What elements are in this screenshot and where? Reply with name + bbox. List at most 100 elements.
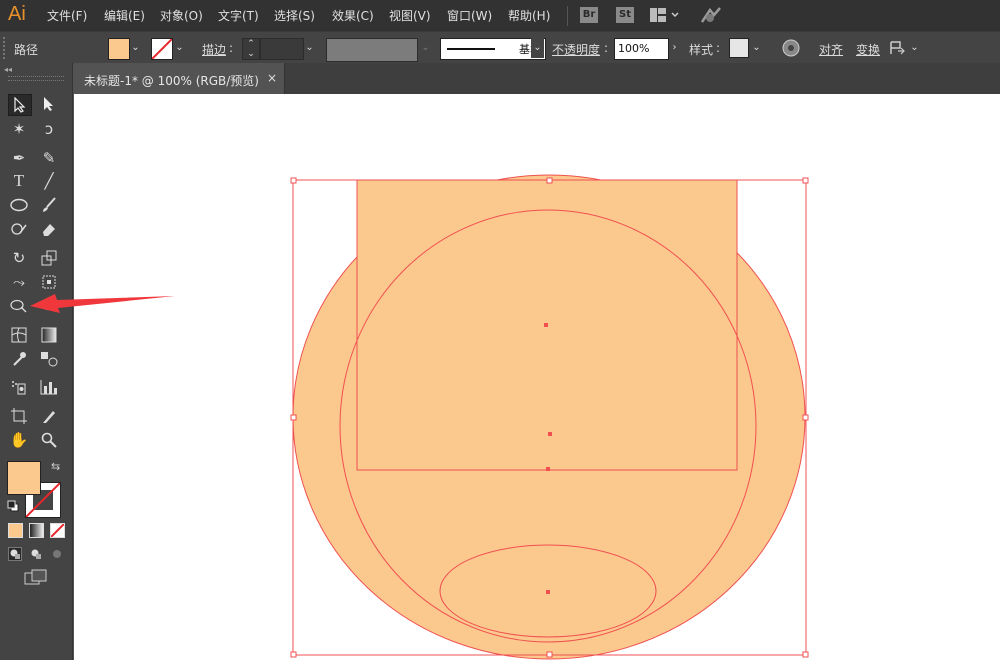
paintbrush-tool-icon[interactable] [38,195,60,215]
transform-label[interactable]: 变换 [856,41,880,58]
stock-button[interactable]: St [616,7,634,23]
mesh-tool-icon[interactable] [8,325,30,345]
handle-middle-left [290,414,297,421]
style-colon: : [716,41,721,55]
bridge-button[interactable]: Br [580,7,598,23]
opacity-colon: : [604,41,609,55]
brush-stroke-preview [447,48,495,50]
scale-tool-icon[interactable] [38,248,60,268]
menu-help[interactable]: 帮助(H) [508,7,550,24]
opacity-field[interactable]: 100% [614,38,669,60]
menu-object[interactable]: 对象(O) [160,7,203,24]
stroke-colon: : [229,41,234,55]
shaper-tool-icon[interactable] [8,219,30,239]
style-label: 样式 [689,43,714,57]
zoom-tool-icon[interactable] [38,430,60,450]
magic-wand-tool-icon[interactable]: ✶ [8,119,30,139]
gradient-mode-icon[interactable] [29,523,44,538]
rotate-tool-icon[interactable]: ↻ [8,248,30,268]
menu-window[interactable]: 窗口(W) [447,7,492,24]
warp-tool-icon[interactable]: ⤳ [8,272,30,292]
gradient-tool-icon[interactable] [38,325,60,345]
fill-color-box[interactable] [7,461,41,495]
stroke-weight-field[interactable] [260,38,304,60]
draw-behind-icon[interactable] [29,547,43,564]
menu-select[interactable]: 选择(S) [274,7,315,24]
type-tool-icon[interactable]: T [8,171,30,191]
control-bar: 路径 ⌄ ⌄ 描边 : ⌃ ⌄ ⌄ ⌄ 基本 ⌄ 不透明度 : 100% › 样式… [0,31,1000,64]
none-mode-icon[interactable] [50,523,65,538]
column-graph-tool-icon[interactable] [38,377,60,397]
gpu-performance-icon[interactable] [700,6,722,29]
stroke-label[interactable]: 描边 [202,41,226,58]
free-transform-tool-icon[interactable] [38,272,60,292]
selection-tool-icon[interactable] [8,94,32,116]
direct-selection-tool-icon[interactable] [38,94,60,114]
handle-top-right [802,177,809,184]
align-label[interactable]: 对齐 [819,41,843,58]
lasso-tool-icon[interactable]: ↄ [38,119,60,139]
graphic-style-dropdown[interactable]: ⌄ [750,38,763,58]
fill-dropdown[interactable]: ⌄ [129,38,142,58]
perspective-grid-tool-icon[interactable]: ⧈ [38,296,60,316]
opacity-arrow[interactable]: › [668,38,681,58]
document-tab[interactable]: 未标题-1* @ 100% (RGB/预览) × [74,63,285,94]
document-tab-title: 未标题-1* @ 100% (RGB/预览) [84,74,259,88]
app-logo: Ai [8,3,26,25]
arrange-documents-icon[interactable] [650,8,680,27]
line-tool-icon[interactable]: ╱ [38,171,60,191]
arrange-dropdown[interactable]: ⌄ [908,38,921,58]
handle-bottom-left [290,651,297,658]
pen-tool-icon[interactable]: ✒ [8,148,30,168]
anchor-point-rectangle-bottom [546,467,550,471]
opacity-label[interactable]: 不透明度 [552,41,600,58]
center-point-large-ellipse [548,432,552,436]
menu-bar: Ai 文件(F) 编辑(E) 对象(O) 文字(T) 选择(S) 效果(C) 视… [0,0,1000,31]
recolor-artwork-icon[interactable] [782,39,800,60]
close-icon[interactable]: × [267,71,277,85]
screen-mode-icon[interactable] [24,569,48,590]
slice-tool-icon[interactable] [38,406,60,426]
stroke-weight-stepper[interactable]: ⌃ ⌄ [242,38,260,60]
menu-effect[interactable]: 效果(C) [332,7,374,24]
handle-middle-right [802,414,809,421]
color-mode-icon[interactable] [8,523,23,538]
handle-bottom-right [802,651,809,658]
graphic-style-swatch[interactable] [729,38,749,58]
menu-view[interactable]: 视图(V) [389,7,431,24]
artboard-tool-icon[interactable] [8,406,30,426]
menu-edit[interactable]: 编辑(E) [104,7,145,24]
shape-builder-tool-icon[interactable] [8,296,30,316]
hand-tool-icon[interactable]: ✋ [8,430,30,450]
tools-panel-grip[interactable] [8,76,64,81]
swap-fill-stroke-icon[interactable]: ⇆ [51,460,60,473]
variable-width-profile[interactable] [326,38,418,62]
symbol-sprayer-tool-icon[interactable] [8,377,30,397]
fill-swatch[interactable] [108,38,130,60]
eyedropper-tool-icon[interactable] [8,349,30,369]
draw-inside-icon[interactable] [50,547,64,564]
menu-file[interactable]: 文件(F) [47,7,87,24]
center-point-middle-ellipse [544,323,548,327]
blend-tool-icon[interactable] [38,349,60,369]
default-fill-stroke-icon[interactable] [7,500,19,515]
collapse-panel-icon[interactable]: ◂◂ [4,65,12,74]
control-bar-grip[interactable] [3,37,9,59]
arrange-icon[interactable] [888,39,908,60]
stroke-swatch[interactable] [151,38,173,60]
brush-dropdown[interactable]: ⌄ [531,38,544,58]
stroke-weight-dropdown[interactable]: ⌄ [303,38,316,58]
stroke-dropdown[interactable]: ⌄ [173,38,186,58]
artboard-canvas[interactable] [74,94,1000,660]
tools-panel: ◂◂ ✶ ↄ ✒ ✎ T ╱ ↻ ⤳ ⧈ ✋ ⇆ [0,63,73,660]
center-point-small-ellipse [546,590,550,594]
eraser-tool-icon[interactable] [38,219,60,239]
curvature-tool-icon[interactable]: ✎ [38,148,60,168]
draw-normal-icon[interactable] [8,547,22,564]
artwork [290,174,809,660]
ellipse-tool-icon[interactable] [8,195,30,215]
handle-bottom-middle [546,651,553,658]
menu-type[interactable]: 文字(T) [218,7,259,24]
handle-top-middle [546,177,553,184]
variable-width-dropdown[interactable]: ⌄ [419,38,432,58]
